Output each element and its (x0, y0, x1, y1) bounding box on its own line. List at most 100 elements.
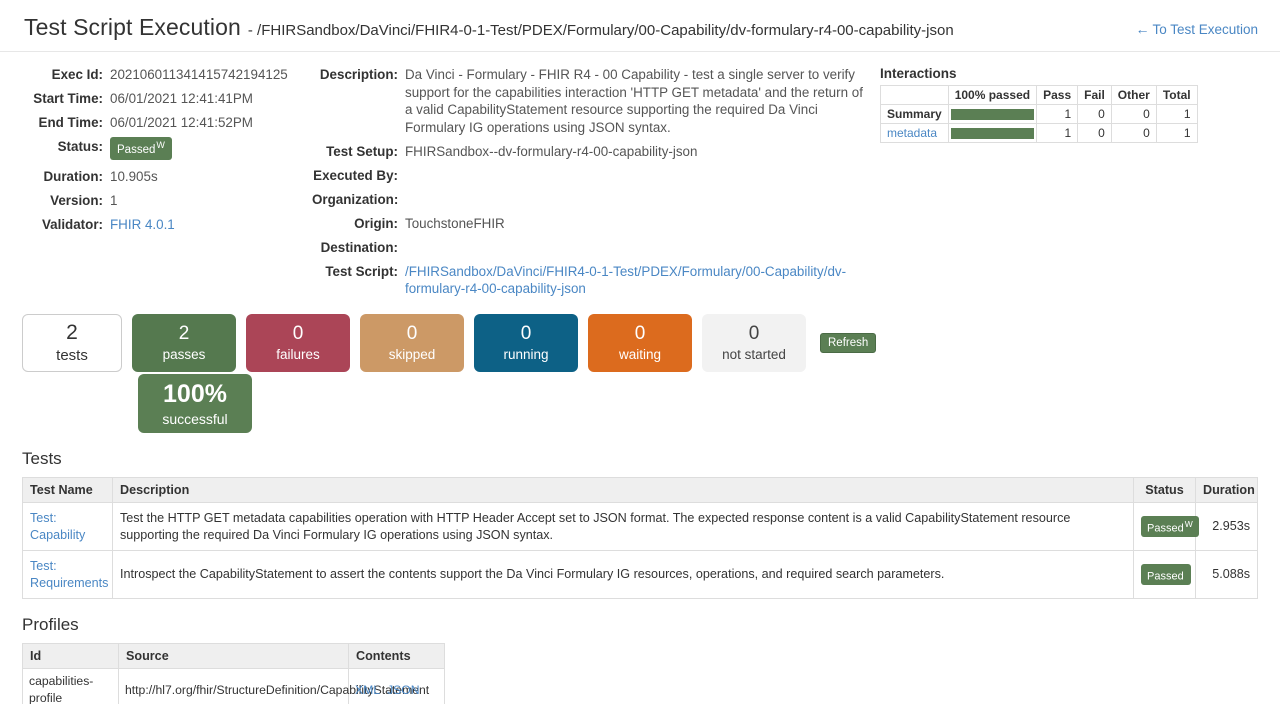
end-time-label: End Time: (22, 114, 110, 131)
tests-col-duration: Duration (1196, 478, 1258, 503)
tests-section-title: Tests (22, 449, 1258, 469)
test-name-line1: Test: (30, 559, 57, 573)
interactions-metadata-other: 0 (1111, 124, 1156, 143)
stat-box-passes[interactable]: 2 passes (132, 314, 236, 372)
test-name-line1: Test: (30, 511, 57, 525)
interactions-col-other: Other (1111, 86, 1156, 105)
exec-id-row: Exec Id: 202106011341415742194125 (22, 66, 304, 83)
stat-not-started-count: 0 (749, 324, 760, 344)
stat-passes-label: passes (163, 348, 206, 362)
tests-col-description: Description (113, 478, 1134, 503)
status-badge-superscript: W (1185, 519, 1193, 529)
stat-failures-count: 0 (293, 324, 304, 344)
executed-by-value (405, 167, 864, 184)
test-setup-label: Test Setup: (312, 143, 405, 160)
stat-box-not-started[interactable]: 0 not started (702, 314, 806, 372)
interactions-col-total: Total (1156, 86, 1197, 105)
script-path-text: /FHIRSandbox/DaVinci/FHIR4-0-1-Test/PDEX… (257, 22, 954, 39)
status-badge-superscript: W (156, 140, 165, 150)
status-label: Status: (22, 138, 110, 161)
interactions-summary-label: Summary (881, 105, 949, 124)
profiles-table: Id Source Contents capabilities-profile … (22, 643, 445, 704)
interactions-col-passed: 100% passed (948, 86, 1036, 105)
stat-running-label: running (503, 348, 548, 362)
stat-waiting-count: 0 (635, 324, 646, 344)
test-duration: 5.088s (1196, 551, 1258, 599)
description-row: Description: Da Vinci - Formulary - FHIR… (312, 66, 864, 136)
destination-label: Destination: (312, 239, 405, 256)
tests-col-status: Status (1134, 478, 1196, 503)
profiles-section-title: Profiles (22, 615, 1258, 635)
progress-bar (951, 109, 1034, 120)
exec-id-value: 202106011341415742194125 (110, 66, 304, 83)
interactions-metadata-pass: 1 (1037, 124, 1078, 143)
test-setup-value: FHIRSandbox--dv-formulary-r4-00-capabili… (405, 143, 864, 160)
title-separator: - (248, 22, 253, 39)
stat-box-failures[interactable]: 0 failures (246, 314, 350, 372)
interactions-col-blank (881, 86, 949, 105)
test-name-link[interactable]: Test:Requirements (30, 559, 108, 590)
interactions-row-metadata: metadata 1 0 0 1 (881, 124, 1198, 143)
interactions-summary-fail: 0 (1078, 105, 1112, 124)
refresh-button[interactable]: Refresh (820, 333, 876, 353)
status-badge: PassedW (1141, 516, 1199, 538)
stat-failures-label: failures (276, 348, 320, 362)
stat-box-running[interactable]: 0 running (474, 314, 578, 372)
organization-row: Organization: (312, 191, 864, 208)
page-title: Test Script Execution (24, 14, 241, 41)
profile-source: http://hl7.org/fhir/StructureDefinition/… (119, 669, 349, 704)
tests-header-row: Test Name Description Status Duration (23, 478, 1258, 503)
status-badge-text: Passed (1147, 570, 1184, 582)
execution-details: Exec Id: 202106011341415742194125 Start … (0, 52, 1280, 304)
validator-link[interactable]: FHIR 4.0.1 (110, 217, 175, 232)
stat-box-skipped[interactable]: 0 skipped (360, 314, 464, 372)
profile-id: capabilities-profile (23, 669, 119, 704)
status-badge-text: Passed (117, 144, 155, 156)
table-row: Test:Capability Test the HTTP GET metada… (23, 503, 1258, 551)
stat-boxes-row: 2 tests 2 passes 0 failures 0 skipped 0 … (22, 314, 1258, 372)
test-script-link[interactable]: /FHIRSandbox/DaVinci/FHIR4-0-1-Test/PDEX… (405, 264, 846, 296)
profiles-col-id: Id (23, 644, 119, 669)
table-row: capabilities-profile http://hl7.org/fhir… (23, 669, 445, 704)
version-row: Version: 1 (22, 192, 304, 209)
destination-value (405, 239, 864, 256)
status-badge: Passed (1141, 564, 1191, 586)
interactions-summary-pass: 1 (1037, 105, 1078, 124)
stat-running-count: 0 (521, 324, 532, 344)
table-row: Test:Requirements Introspect the Capabil… (23, 551, 1258, 599)
interactions-summary-other: 0 (1111, 105, 1156, 124)
profile-xml-link[interactable]: XML (355, 683, 380, 697)
stat-box-waiting[interactable]: 0 waiting (588, 314, 692, 372)
origin-label: Origin: (312, 215, 405, 232)
page-header: Test Script Execution - /FHIRSandbox/DaV… (0, 0, 1280, 51)
to-test-execution-link[interactable]: ←To Test Execution (1135, 21, 1258, 37)
arrow-left-icon: ← (1135, 21, 1149, 37)
interactions-metadata-fail: 0 (1078, 124, 1112, 143)
test-setup-row: Test Setup: FHIRSandbox--dv-formulary-r4… (312, 143, 864, 160)
organization-label: Organization: (312, 191, 405, 208)
end-time-value: 06/01/2021 12:41:52PM (110, 114, 304, 131)
test-name-link[interactable]: Test:Capability (30, 511, 85, 542)
stat-box-tests[interactable]: 2 tests (22, 314, 122, 372)
test-script-row: Test Script: /FHIRSandbox/DaVinci/FHIR4-… (312, 263, 864, 297)
interactions-summary-bar-cell (948, 105, 1036, 124)
profile-json-link[interactable]: JSON (387, 683, 420, 697)
tests-col-name: Test Name (23, 478, 113, 503)
stat-not-started-label: not started (722, 348, 786, 362)
interactions-column: Interactions 100% passed Pass Fail Other… (864, 66, 1258, 304)
profiles-col-source: Source (119, 644, 349, 669)
interactions-metadata-link[interactable]: metadata (887, 126, 937, 140)
stat-tests-count: 2 (66, 322, 78, 344)
interactions-metadata-total: 1 (1156, 124, 1197, 143)
interactions-row-summary: Summary 1 0 0 1 (881, 105, 1198, 124)
script-details-column: Description: Da Vinci - Formulary - FHIR… (304, 66, 864, 304)
interactions-title: Interactions (880, 66, 1258, 81)
stat-tests-label: tests (56, 348, 88, 364)
tests-table: Test Name Description Status Duration Te… (22, 477, 1258, 599)
profiles-header-row: Id Source Contents (23, 644, 445, 669)
start-time-value: 06/01/2021 12:41:41PM (110, 90, 304, 107)
start-time-label: Start Time: (22, 90, 110, 107)
validator-label: Validator: (22, 216, 110, 233)
status-row: Status: PassedW (22, 138, 304, 161)
page-subtitle: - /FHIRSandbox/DaVinci/FHIR4-0-1-Test/PD… (248, 22, 954, 39)
